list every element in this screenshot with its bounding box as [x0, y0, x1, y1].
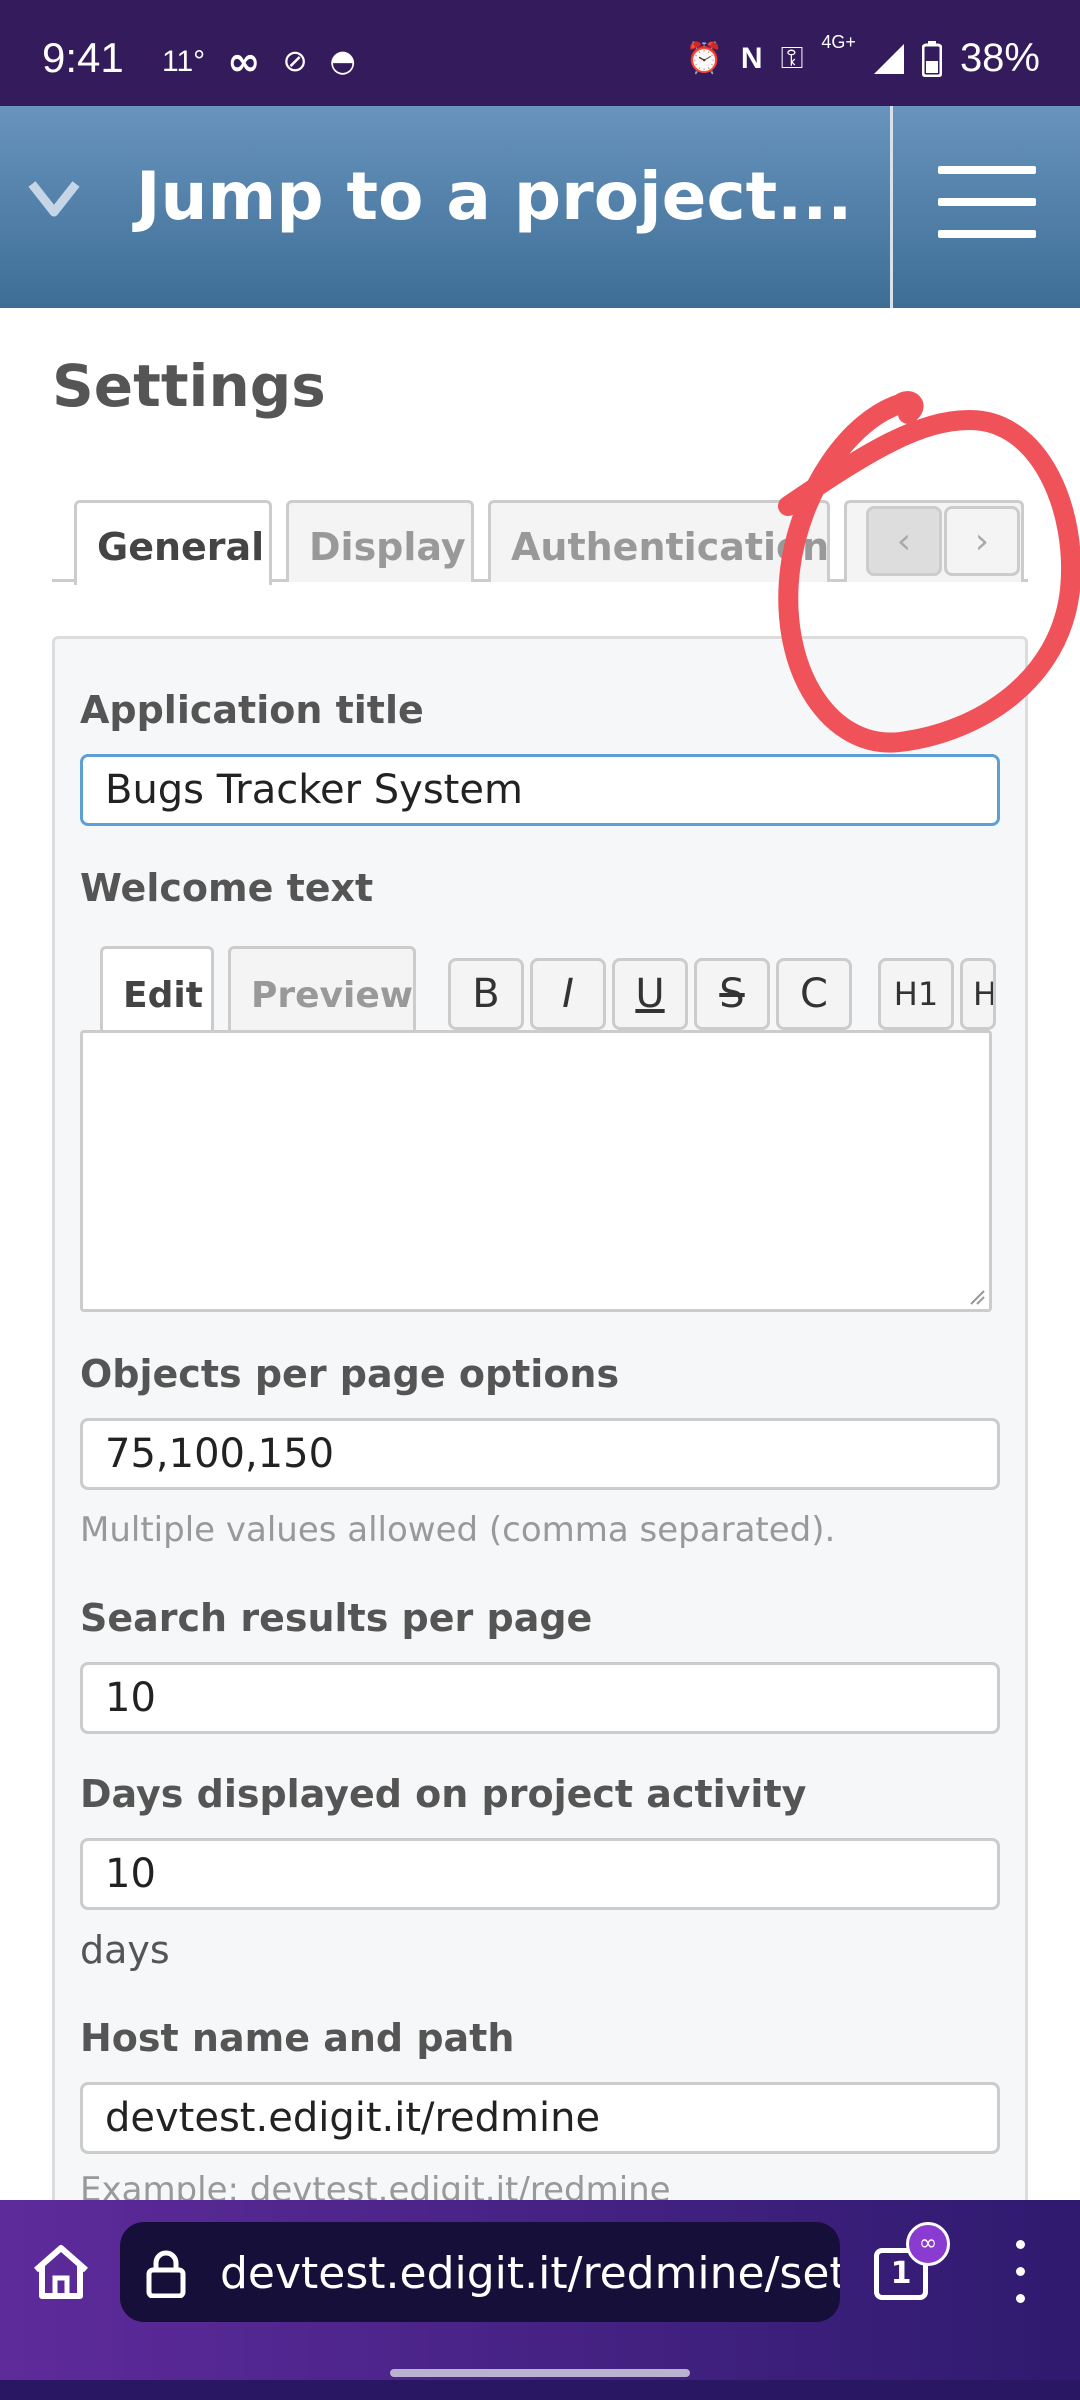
- status-time: 9:41: [42, 34, 124, 81]
- objects-per-page-label: Objects per page options: [80, 1352, 620, 1396]
- top-header: Jump to a project...: [0, 106, 1080, 308]
- more-options-icon[interactable]: [1012, 2240, 1028, 2304]
- home-gesture-pill[interactable]: [390, 2369, 690, 2377]
- tab-scroll-right-button[interactable]: ›: [944, 506, 1020, 576]
- url-text: devtest.edigit.it/redmine/settings: [220, 2248, 840, 2299]
- host-name-label: Host name and path: [80, 2016, 515, 2060]
- bold-button[interactable]: B: [448, 958, 524, 1030]
- activity-days-unit: days: [80, 1928, 170, 1972]
- heading1-button[interactable]: H1: [878, 958, 954, 1030]
- signal-icon: [873, 43, 904, 74]
- nfc-icon: N: [740, 41, 763, 75]
- underline-button[interactable]: U: [612, 958, 688, 1030]
- tab-authentication[interactable]: Authentication: [488, 500, 830, 582]
- activity-days-input[interactable]: 10: [80, 1838, 1000, 1910]
- project-jump-title[interactable]: Jump to a project...: [136, 158, 852, 235]
- resize-handle-icon[interactable]: [967, 1287, 985, 1305]
- strikethrough-button[interactable]: S: [694, 958, 770, 1030]
- welcome-text-editor[interactable]: [80, 1030, 992, 1312]
- url-bar[interactable]: devtest.edigit.it/redmine/settings: [120, 2222, 840, 2322]
- battery-icon: [921, 40, 942, 77]
- temperature: 11°: [162, 45, 206, 78]
- tab-general[interactable]: General: [74, 500, 272, 585]
- home-icon[interactable]: [30, 2240, 92, 2302]
- objects-per-page-input[interactable]: 75,100,150: [80, 1418, 1000, 1490]
- host-name-input[interactable]: devtest.edigit.it/redmine: [80, 2082, 1000, 2154]
- status-left-icons: 11° ∞ ⊘ ◓: [162, 42, 356, 82]
- alarm-icon: ⏰: [685, 41, 723, 75]
- heading2-button[interactable]: H: [960, 958, 996, 1030]
- battery-percent: 38%: [959, 36, 1040, 80]
- infinity-icon: ∞: [227, 39, 261, 85]
- system-nav-bar: [0, 2380, 1080, 2400]
- page-title: Settings: [52, 352, 326, 420]
- status-right-icons: ⏰ N ⚿ 4G+ 38%: [685, 32, 1040, 81]
- editor-tab-preview[interactable]: Preview: [228, 946, 416, 1032]
- code-button[interactable]: C: [776, 958, 852, 1030]
- vpn-icon: ⊘: [282, 44, 308, 79]
- hamburger-menu-icon[interactable]: [938, 166, 1036, 238]
- objects-per-page-hint: Multiple values allowed (comma separated…: [80, 1510, 836, 1550]
- tab-display[interactable]: Display: [286, 500, 474, 582]
- browser-bottom-bar: devtest.edigit.it/redmine/settings 1 ∞: [0, 2200, 1080, 2380]
- app-notification-icon: ◓: [329, 44, 356, 79]
- search-results-input[interactable]: 10: [80, 1662, 1000, 1734]
- app-title-input[interactable]: Bugs Tracker System: [80, 754, 1000, 826]
- status-bar: 9:41 11° ∞ ⊘ ◓ ⏰ N ⚿ 4G+ 38%: [0, 0, 1080, 106]
- network-label: 4G+: [821, 32, 856, 52]
- lock-icon: [146, 2250, 186, 2298]
- chevron-down-icon[interactable]: [26, 170, 82, 226]
- italic-button[interactable]: I: [530, 958, 606, 1030]
- key-icon: ⚿: [780, 41, 804, 75]
- search-results-label: Search results per page: [80, 1596, 593, 1640]
- header-divider: [890, 106, 893, 308]
- activity-days-label: Days displayed on project activity: [80, 1772, 807, 1816]
- settings-tabs: General Display Authentication ‹ ›: [52, 500, 1028, 585]
- app-title-label: Application title: [80, 688, 424, 732]
- tab-scroll-left-button[interactable]: ‹: [866, 506, 942, 576]
- incognito-badge-icon: ∞: [906, 2222, 950, 2266]
- welcome-text-label: Welcome text: [80, 866, 374, 910]
- editor-tab-edit[interactable]: Edit: [100, 946, 214, 1035]
